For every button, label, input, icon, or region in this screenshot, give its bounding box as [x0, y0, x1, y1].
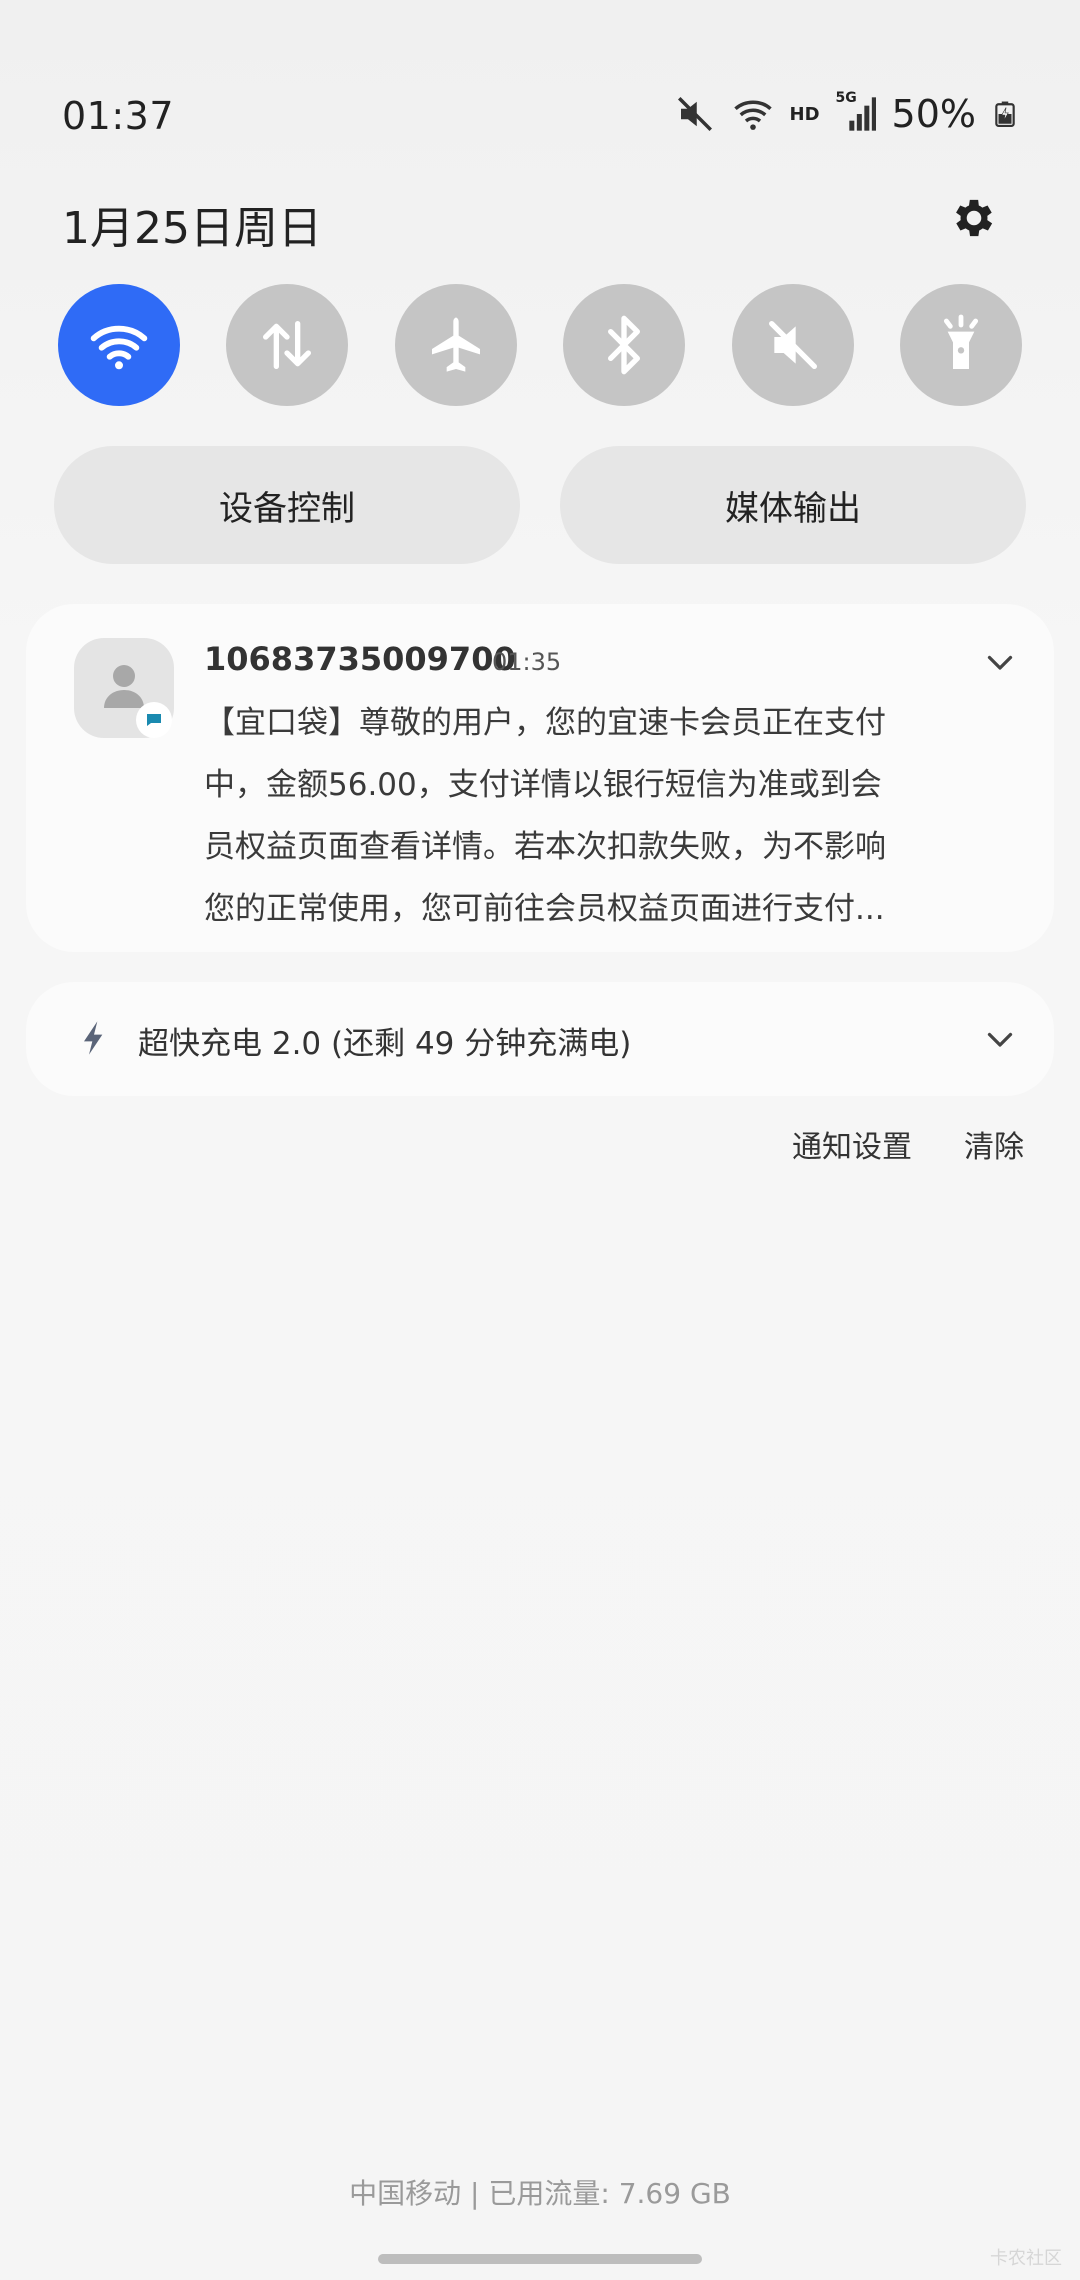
wifi-icon	[90, 325, 148, 370]
quick-pill-row: 设备控制 媒体输出	[54, 446, 1026, 564]
sms-sender: 10683735009700	[204, 640, 516, 678]
bluetooth-icon	[608, 315, 641, 375]
status-bar: 01:37 HD 5G 50% 1月25日周日	[0, 0, 1080, 254]
sms-notification-card[interactable]: 10683735009700 01:35 【宜口袋】尊敬的用户，您的宜速卡会员正…	[26, 604, 1054, 952]
signal-icon: 5G	[836, 90, 876, 134]
home-indicator[interactable]	[378, 2254, 702, 2264]
watermark: 卡农社区	[990, 2248, 1062, 2269]
hd-label: HD	[789, 103, 820, 125]
status-time: 01:37	[62, 94, 175, 138]
airplane-icon	[431, 317, 480, 372]
settings-button[interactable]	[946, 190, 1002, 246]
chevron-down-icon	[987, 1032, 1013, 1047]
mute-icon	[768, 321, 817, 369]
status-icons: HD 5G 50%	[674, 90, 1018, 136]
sms-line: 您的正常使用，您可前往会员权益页面进行支付...	[204, 891, 885, 927]
media-output-button[interactable]: 媒体输出	[560, 446, 1026, 564]
sms-line: 【宜口袋】尊敬的用户，您的宜速卡会员正在支付	[204, 705, 886, 741]
charging-notification-card[interactable]: 超快充电 2.0 (还剩 49 分钟充满电)	[26, 982, 1054, 1096]
flashlight-icon	[943, 314, 979, 369]
notification-shade: 01:37 HD 5G 50% 1月25日周日 设备控制 媒体输出 106837…	[0, 0, 1080, 2280]
quick-toggle-row	[58, 284, 1022, 406]
charging-expand-button[interactable]	[980, 1019, 1020, 1059]
carrier-info: 中国移动 | 已用流量: 7.69 GB	[349, 2177, 731, 2210]
airplane-mode-toggle[interactable]	[394, 284, 517, 406]
notification-settings-button[interactable]: 通知设置	[792, 1122, 912, 1166]
message-icon	[147, 714, 161, 726]
device-control-button[interactable]: 设备控制	[54, 446, 520, 564]
sms-expand-button[interactable]	[980, 642, 1020, 682]
wifi-toggle[interactable]	[58, 284, 180, 406]
sms-time: 01:35	[492, 648, 562, 676]
battery-percent: 50%	[891, 92, 976, 136]
gear-icon	[956, 199, 993, 237]
mute-toggle[interactable]	[731, 284, 854, 406]
wifi-icon	[733, 100, 772, 130]
sms-body: 【宜口袋】尊敬的用户，您的宜速卡会员正在支付 中，金额56.00，支付详情以银行…	[204, 692, 944, 940]
bluetooth-toggle[interactable]	[563, 284, 686, 406]
mobile-data-toggle[interactable]	[226, 284, 349, 406]
notification-actions: 通知设置 清除	[792, 1122, 1024, 1166]
clear-button[interactable]: 清除	[964, 1122, 1024, 1166]
chevron-down-icon	[987, 655, 1013, 670]
sms-line: 中，金额56.00，支付详情以银行短信为准或到会	[204, 767, 882, 803]
network-type-label: 5G	[835, 90, 857, 106]
charging-text: 超快充电 2.0 (还剩 49 分钟充满电)	[138, 1026, 632, 1062]
mute-icon	[677, 97, 712, 131]
sms-line: 员权益页面查看详情。若本次扣款失败，为不影响	[204, 829, 886, 865]
message-badge	[136, 702, 172, 738]
battery-charging-icon	[995, 101, 1015, 127]
lightning-icon	[84, 1021, 103, 1055]
flashlight-toggle[interactable]	[899, 284, 1022, 406]
data-transfer-icon	[263, 321, 312, 369]
date-label: 1月25日周日	[62, 203, 322, 254]
